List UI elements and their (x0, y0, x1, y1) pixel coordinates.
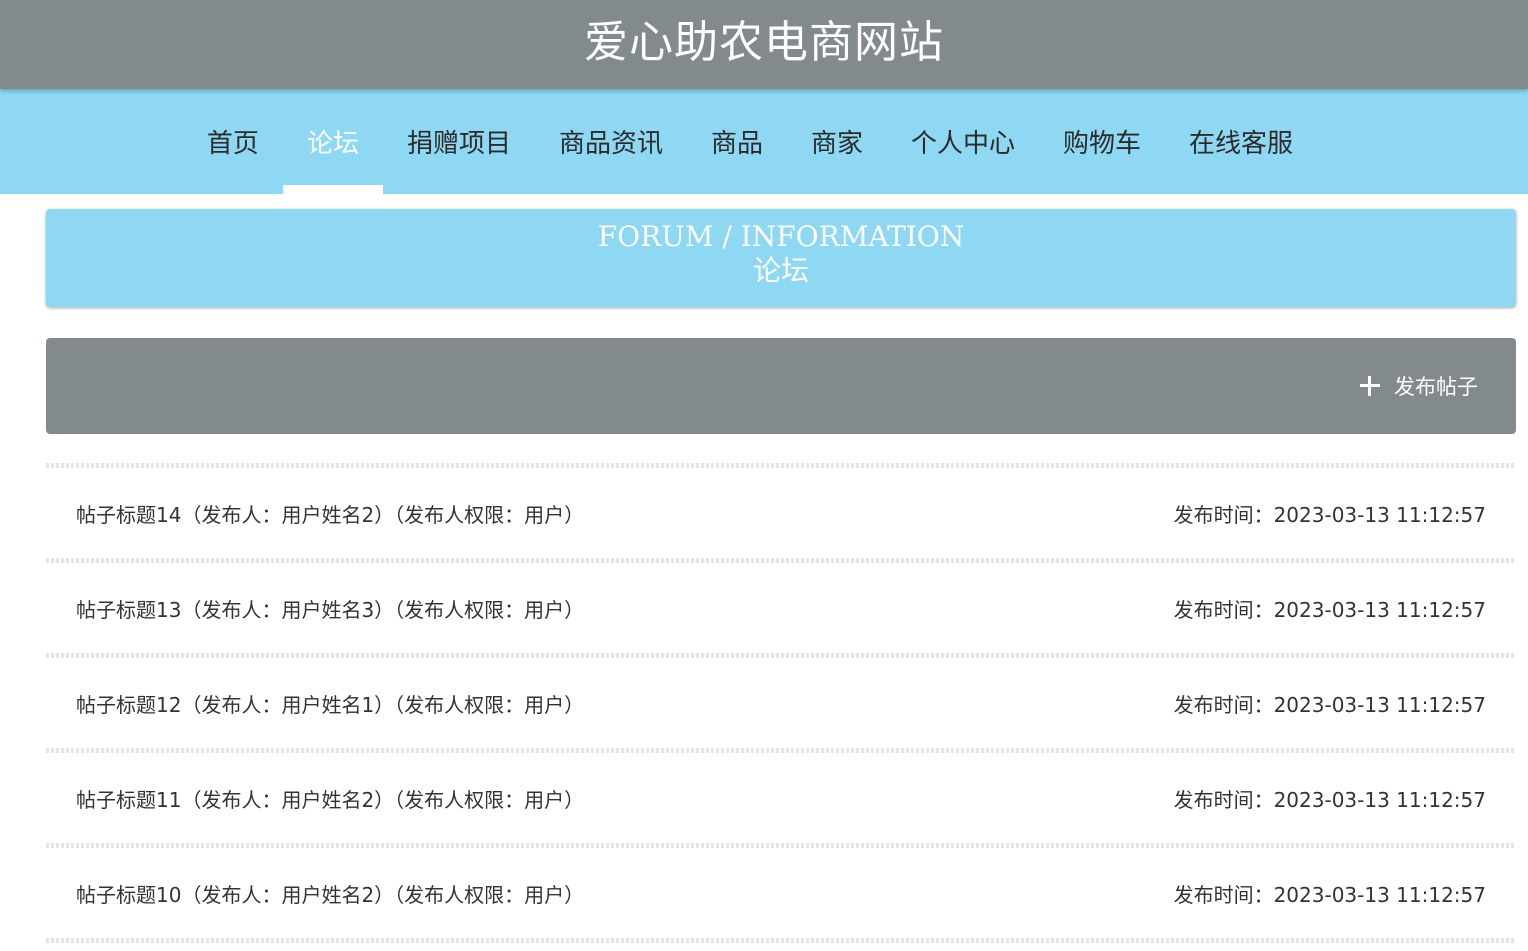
forum-toolbar: 发布帖子 (46, 338, 1516, 434)
site-header: 爱心助农电商网站 (0, 0, 1528, 89)
nav-item-online-service[interactable]: 在线客服 (1165, 89, 1317, 194)
post-time: 发布时间：2023-03-13 11:12:57 (1173, 502, 1486, 527)
post-time: 发布时间：2023-03-13 11:12:57 (1173, 882, 1486, 907)
nav-item-forum[interactable]: 论坛 (282, 89, 383, 194)
post-time: 发布时间：2023-03-13 11:12:57 (1173, 692, 1486, 717)
publish-post-button[interactable]: 发布帖子 (1360, 371, 1478, 401)
banner-title-en: FORUM / INFORMATION (597, 220, 965, 253)
nav-item-product-news[interactable]: 商品资讯 (535, 89, 687, 194)
post-time: 发布时间：2023-03-13 11:12:57 (1173, 597, 1486, 622)
nav-item-products[interactable]: 商品 (687, 89, 787, 194)
post-time: 发布时间：2023-03-13 11:12:57 (1173, 787, 1486, 812)
post-title[interactable]: 帖子标题14（发布人：用户姓名2）（发布人权限：用户） (76, 499, 584, 528)
publish-post-label: 发布帖子 (1394, 375, 1478, 399)
main-nav: 首页 论坛 捐赠项目 商品资讯 商品 商家 个人中心 购物车 在线客服 (0, 89, 1528, 194)
divider (46, 938, 1516, 943)
post-title[interactable]: 帖子标题13（发布人：用户姓名3）（发布人权限：用户） (76, 594, 584, 623)
nav-item-personal-center[interactable]: 个人中心 (887, 89, 1039, 194)
nav-item-cart[interactable]: 购物车 (1039, 89, 1165, 194)
post-title[interactable]: 帖子标题11（发布人：用户姓名2）（发布人权限：用户） (76, 784, 584, 813)
post-list: 帖子标题14（发布人：用户姓名2）（发布人权限：用户） 发布时间：2023-03… (46, 463, 1516, 943)
post-row[interactable]: 帖子标题10（发布人：用户姓名2）（发布人权限：用户） 发布时间：2023-03… (46, 848, 1516, 938)
forum-banner: FORUM / INFORMATION 论坛 (46, 209, 1516, 307)
post-title[interactable]: 帖子标题12（发布人：用户姓名1）（发布人权限：用户） (76, 689, 584, 718)
site-title: 爱心助农电商网站 (584, 16, 944, 68)
nav-item-home[interactable]: 首页 (183, 89, 283, 194)
nav-item-donation-projects[interactable]: 捐赠项目 (383, 89, 535, 194)
post-row[interactable]: 帖子标题11（发布人：用户姓名2）（发布人权限：用户） 发布时间：2023-03… (46, 753, 1516, 843)
post-title[interactable]: 帖子标题10（发布人：用户姓名2）（发布人权限：用户） (76, 879, 584, 908)
nav-items: 首页 论坛 捐赠项目 商品资讯 商品 商家 个人中心 购物车 在线客服 (183, 89, 1317, 194)
post-row[interactable]: 帖子标题12（发布人：用户姓名1）（发布人权限：用户） 发布时间：2023-03… (46, 658, 1516, 748)
plus-icon (1360, 376, 1380, 396)
post-row[interactable]: 帖子标题14（发布人：用户姓名2）（发布人权限：用户） 发布时间：2023-03… (46, 468, 1516, 558)
nav-item-merchants[interactable]: 商家 (787, 89, 887, 194)
banner-title-cn: 论坛 (752, 254, 809, 287)
post-row[interactable]: 帖子标题13（发布人：用户姓名3）（发布人权限：用户） 发布时间：2023-03… (46, 563, 1516, 653)
